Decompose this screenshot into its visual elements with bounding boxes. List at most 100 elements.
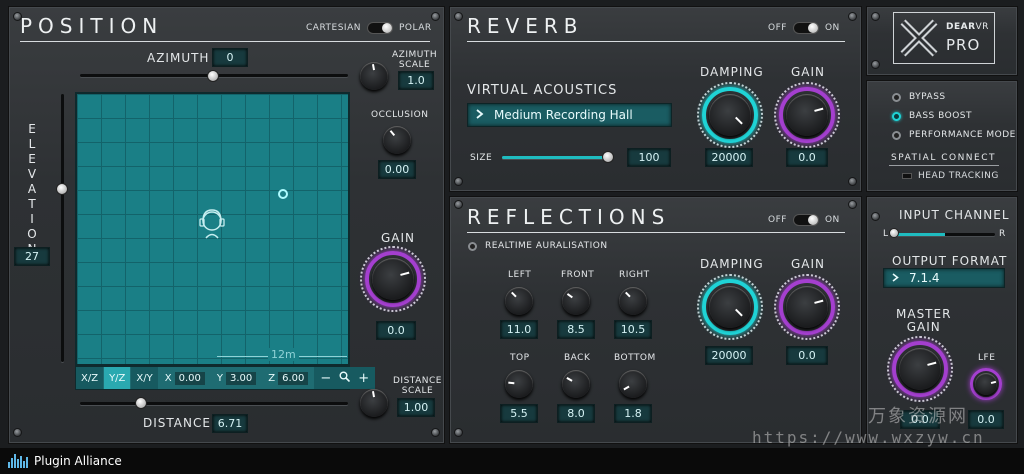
- screw-icon: [454, 12, 463, 21]
- zoom-out-button[interactable]: −: [320, 371, 331, 386]
- master-gain-line1: MASTER: [896, 307, 952, 321]
- bass-boost-option[interactable]: BASS BOOST: [892, 111, 972, 121]
- y-field[interactable]: Y 3.00: [211, 371, 262, 385]
- reverb-damping-knob[interactable]: [709, 94, 751, 136]
- zoom-controls: − +: [314, 367, 376, 389]
- azimuth-scale-label: AZIMUTH SCALE: [392, 50, 437, 70]
- reverb-gain-value[interactable]: 0.0: [786, 148, 828, 167]
- reflections-switch[interactable]: [792, 214, 819, 226]
- realtime-auralisation-option[interactable]: REALTIME AURALISATION: [468, 241, 608, 251]
- occlusion-value[interactable]: 0.00: [378, 160, 416, 179]
- output-format-value: 7.1.4: [909, 271, 940, 285]
- bottom-value[interactable]: 1.8: [614, 404, 652, 423]
- distance-scale-knob[interactable]: [360, 389, 388, 417]
- reverb-damping-value[interactable]: 20000: [705, 148, 753, 167]
- z-label: Z: [268, 372, 276, 384]
- size-value[interactable]: 100: [627, 148, 671, 167]
- grid-scale-label: 12m: [268, 348, 299, 361]
- zoom-in-button[interactable]: +: [358, 371, 369, 386]
- realtime-radio[interactable]: [468, 241, 477, 251]
- reverb-power-toggle[interactable]: OFF ON: [768, 22, 840, 34]
- x-value[interactable]: 0.00: [174, 371, 205, 385]
- left-value[interactable]: 11.0: [500, 320, 538, 339]
- elevation-slider-track[interactable]: [61, 94, 64, 362]
- master-gain-label: MASTER GAIN: [896, 308, 951, 334]
- right-knob[interactable]: [619, 287, 647, 315]
- z-field[interactable]: Z 6.00: [262, 371, 314, 385]
- input-r-label: R: [999, 229, 1006, 239]
- y-value[interactable]: 3.00: [225, 371, 257, 385]
- performance-mode-radio[interactable]: [892, 130, 901, 140]
- top-knob[interactable]: [505, 370, 533, 398]
- realtime-label: REALTIME AURALISATION: [485, 241, 608, 251]
- position-gain-knob[interactable]: [372, 258, 414, 300]
- head-tracking-switch[interactable]: [902, 173, 912, 179]
- reverb-gain-knob[interactable]: [786, 94, 828, 136]
- screw-icon: [454, 200, 463, 209]
- performance-mode-option[interactable]: PERFORMANCE MODE: [892, 130, 1016, 140]
- screw-icon: [13, 428, 22, 437]
- master-gain-knob[interactable]: [899, 348, 941, 390]
- mode-switch[interactable]: [366, 22, 393, 34]
- bypass-radio[interactable]: [892, 92, 901, 102]
- back-value[interactable]: 8.0: [557, 404, 595, 423]
- bottom-knob[interactable]: [619, 370, 647, 398]
- front-value[interactable]: 8.5: [557, 320, 595, 339]
- view-yz-button[interactable]: Y/Z: [104, 367, 131, 389]
- output-format-selector[interactable]: 7.1.4: [883, 268, 1005, 288]
- bypass-option[interactable]: BYPASS: [892, 92, 946, 102]
- screw-icon: [431, 12, 440, 21]
- screw-icon: [871, 212, 880, 221]
- front-knob[interactable]: [562, 287, 590, 315]
- reflections-damping-value[interactable]: 20000: [705, 346, 753, 365]
- bass-boost-radio[interactable]: [892, 111, 901, 121]
- size-slider-thumb[interactable]: [602, 151, 614, 163]
- elevation-value[interactable]: 27: [14, 247, 50, 266]
- z-value[interactable]: 6.00: [278, 371, 309, 385]
- back-knob[interactable]: [562, 370, 590, 398]
- x-label: X: [164, 372, 172, 384]
- right-value[interactable]: 10.5: [614, 320, 652, 339]
- right-label: RIGHT: [619, 270, 650, 280]
- view-xy-button[interactable]: X/Y: [131, 367, 158, 389]
- reflections-damping-knob[interactable]: [709, 286, 751, 328]
- distance-scale-label-line2: SCALE: [401, 386, 434, 396]
- position-rule: [20, 41, 430, 42]
- occlusion-knob[interactable]: [383, 126, 411, 154]
- reflections-power-toggle[interactable]: OFF ON: [768, 214, 840, 226]
- reverb-preset-selector[interactable]: Medium Recording Hall: [467, 103, 672, 127]
- left-knob[interactable]: [505, 287, 533, 315]
- screw-icon: [848, 177, 857, 186]
- distance-scale-value[interactable]: 1.00: [397, 398, 435, 417]
- position-gain-value[interactable]: 0.0: [376, 321, 416, 340]
- input-channel-thumb[interactable]: [889, 228, 899, 238]
- azimuth-slider-thumb[interactable]: [207, 70, 219, 82]
- lfe-knob[interactable]: [975, 373, 997, 395]
- reverb-switch[interactable]: [792, 22, 819, 34]
- size-slider-track[interactable]: [502, 156, 612, 159]
- watermark-cn: 万象资源网: [868, 406, 968, 427]
- reflections-gain-value[interactable]: 0.0: [786, 346, 828, 365]
- top-value[interactable]: 5.5: [500, 404, 538, 423]
- azimuth-value[interactable]: 0: [212, 48, 248, 67]
- distance-slider-thumb[interactable]: [135, 397, 147, 409]
- x-field[interactable]: X 0.00: [159, 371, 211, 385]
- screw-icon: [454, 428, 463, 437]
- elevation-slider-thumb[interactable]: [56, 183, 68, 195]
- input-channel-fill: [895, 233, 945, 236]
- lfe-value[interactable]: 0.0: [968, 410, 1004, 429]
- coordinate-mode-toggle[interactable]: CARTESIAN POLAR: [306, 22, 432, 34]
- lfe-label: LFE: [978, 353, 996, 363]
- azimuth-scale-value[interactable]: 1.0: [398, 71, 434, 90]
- performance-mode-label: PERFORMANCE MODE: [909, 130, 1016, 140]
- view-xz-button[interactable]: X/Z: [76, 367, 104, 389]
- reverb-title: REVERB: [467, 14, 584, 38]
- reflections-gain-knob[interactable]: [786, 286, 828, 328]
- source-position-dot[interactable]: [278, 189, 288, 199]
- position-grid-pad[interactable]: 12m: [75, 92, 350, 366]
- distance-value[interactable]: 6.71: [212, 414, 248, 433]
- elevation-label: ELEVATION: [27, 122, 39, 256]
- head-tracking-toggle[interactable]: HEAD TRACKING: [902, 171, 999, 181]
- azimuth-scale-knob[interactable]: [360, 62, 388, 90]
- distance-slider-track[interactable]: [80, 402, 348, 405]
